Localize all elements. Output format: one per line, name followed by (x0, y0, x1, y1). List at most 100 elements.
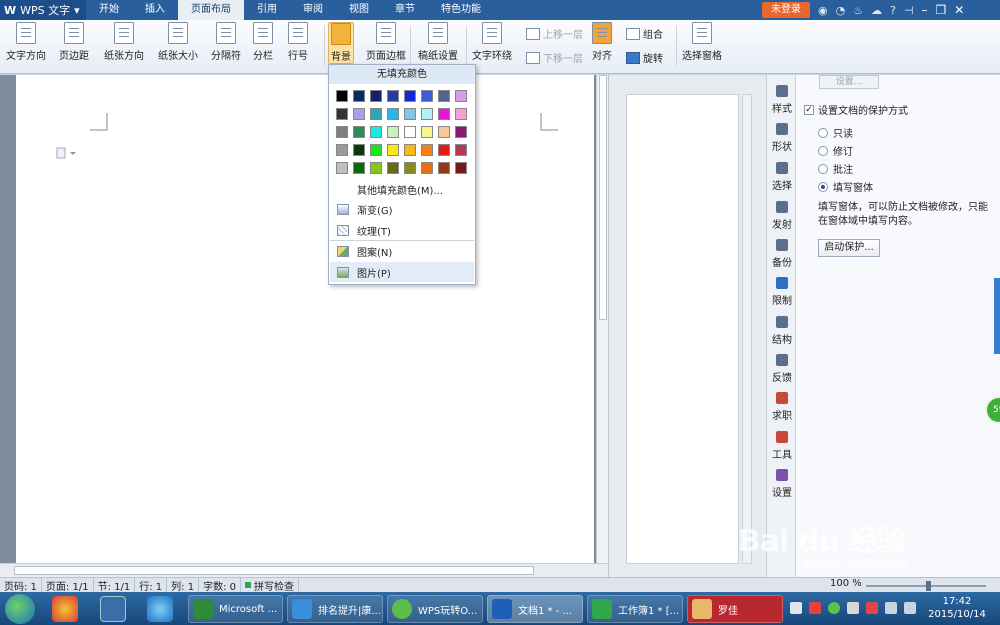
color-swatch[interactable] (404, 90, 416, 102)
side-tab-select[interactable]: 选择 (767, 162, 797, 192)
side-tab-restrict[interactable]: 限制 (767, 277, 797, 307)
color-swatch[interactable] (370, 144, 382, 156)
start-protection-button[interactable]: 启动保护... (818, 239, 880, 257)
radio-read-only[interactable]: 只读 (818, 125, 853, 140)
tray-network-icon[interactable] (885, 602, 897, 614)
pin-icon[interactable]: ⊣ (904, 4, 914, 17)
color-swatch[interactable] (353, 90, 365, 102)
tray-volume-icon[interactable] (904, 602, 916, 614)
taskbar-item-ie[interactable]: 排名提升|康... (287, 595, 383, 623)
color-swatch[interactable] (336, 90, 348, 102)
taskbar-item-wps-browser[interactable]: WPS玩转O... (387, 595, 483, 623)
texture-option[interactable]: 纹理(T) (330, 220, 474, 240)
group-button[interactable]: 组合 (626, 26, 663, 41)
spell-check-toggle[interactable]: 拼写检查 (241, 577, 299, 593)
send-backward-button[interactable]: 下移一层 (526, 50, 583, 65)
color-swatch[interactable] (455, 162, 467, 174)
selection-pane-button[interactable]: 选择窗格 (682, 22, 722, 62)
tab-view[interactable]: 视图 (336, 0, 382, 20)
color-swatch[interactable] (336, 144, 348, 156)
app-menu-button[interactable]: W WPS 文字 ▾ (0, 0, 86, 20)
tab-chapter[interactable]: 章节 (382, 0, 428, 20)
radio-icon[interactable] (818, 145, 828, 156)
more-colors-option[interactable]: 其他填充颜色(M)... (330, 179, 474, 199)
zoom-slider-handle[interactable] (926, 581, 931, 591)
color-swatch[interactable] (421, 108, 433, 120)
color-swatch[interactable] (438, 162, 450, 174)
color-swatch[interactable] (421, 162, 433, 174)
color-swatch[interactable] (404, 162, 416, 174)
system-clock[interactable]: 17:42 2015/10/14 (926, 595, 988, 621)
feedback-icon[interactable]: ◔ (836, 4, 846, 17)
settings-button[interactable]: 设置... (819, 75, 879, 89)
side-tab-structure[interactable]: 结构 (767, 316, 797, 346)
checkbox-check-icon[interactable]: ✓ (804, 104, 814, 115)
side-tab-style[interactable]: 样式 (767, 85, 797, 115)
color-swatch[interactable] (404, 144, 416, 156)
tray-add-icon[interactable] (828, 602, 840, 614)
taskbar-item-excel[interactable]: Microsoft ... (188, 595, 283, 623)
separator-button[interactable]: 分隔符 (211, 22, 241, 62)
side-tab-backup[interactable]: 备份 (767, 239, 797, 269)
tab-home[interactable]: 开始 (86, 0, 132, 20)
side-tab-shape[interactable]: 形状 (767, 123, 797, 153)
color-swatch[interactable] (370, 108, 382, 120)
color-swatch[interactable] (387, 90, 399, 102)
tab-review[interactable]: 审阅 (290, 0, 336, 20)
text-wrap-button[interactable]: 文字环绕 (472, 22, 512, 62)
color-swatch[interactable] (438, 144, 450, 156)
radio-fill-forms[interactable]: 填写窗体 (818, 179, 873, 194)
text-direction-button[interactable]: 文字方向 (6, 22, 46, 62)
radio-selected-icon[interactable] (818, 181, 828, 192)
protect-checkbox[interactable]: ✓ 设置文档的保护方式 (804, 102, 908, 117)
rotate-button[interactable]: 旋转 (626, 50, 663, 65)
color-swatch[interactable] (455, 126, 467, 138)
tab-features[interactable]: 特色功能 (428, 0, 494, 20)
color-swatch[interactable] (455, 90, 467, 102)
document-vertical-scrollbar[interactable] (596, 75, 608, 563)
tray-chat-icon[interactable] (866, 602, 878, 614)
minimize-icon[interactable]: – (922, 3, 928, 17)
side-tab-jobs[interactable]: 求职 (767, 392, 797, 422)
page-border-button[interactable]: 页面边框 (366, 22, 406, 62)
side-tab-settings[interactable]: 设置 (767, 469, 797, 499)
color-swatch[interactable] (455, 144, 467, 156)
color-swatch[interactable] (370, 162, 382, 174)
color-swatch[interactable] (370, 90, 382, 102)
start-button[interactable] (5, 594, 35, 624)
columns-button[interactable]: 分栏 (253, 22, 273, 62)
taskbar-item-wps-writer[interactable]: 文档1 * - ... (487, 595, 583, 623)
color-swatch[interactable] (438, 126, 450, 138)
radio-comments[interactable]: 批注 (818, 161, 853, 176)
side-tab-tools[interactable]: 工具 (767, 431, 797, 461)
color-swatch[interactable] (387, 162, 399, 174)
scroll-thumb[interactable] (599, 75, 607, 320)
side-tab-feedback[interactable]: 反馈 (767, 354, 797, 384)
zoom-level[interactable]: 100 % (830, 578, 862, 589)
color-swatch[interactable] (353, 108, 365, 120)
help-icon[interactable]: ? (890, 4, 896, 17)
color-swatch[interactable] (353, 126, 365, 138)
background-button[interactable]: 背景 (328, 22, 354, 64)
paper-size-button[interactable]: 纸张大小 (158, 22, 198, 62)
color-swatch[interactable] (353, 162, 365, 174)
gradient-option[interactable]: 渐变(G) (330, 199, 474, 219)
tab-references[interactable]: 引用 (244, 0, 290, 20)
document-page[interactable] (16, 75, 594, 563)
color-swatch[interactable] (353, 144, 365, 156)
taskbar-item-chat[interactable]: 罗佳 (687, 595, 783, 623)
color-swatch[interactable] (387, 144, 399, 156)
color-swatch[interactable] (421, 144, 433, 156)
paste-options-icon[interactable] (56, 147, 78, 159)
side-tab-send[interactable]: 发射 (767, 201, 797, 231)
app-quicklaunch-icon[interactable] (52, 596, 78, 622)
color-swatch[interactable] (438, 90, 450, 102)
color-swatch[interactable] (404, 126, 416, 138)
pane-scrollbar[interactable] (742, 94, 752, 564)
line-number-button[interactable]: 行号 (288, 22, 308, 62)
picture-option[interactable]: 图片(P) (330, 262, 474, 282)
taskbar-item-wps-sheet[interactable]: 工作簿1 * [... (587, 595, 683, 623)
color-swatch[interactable] (387, 126, 399, 138)
align-button[interactable]: 对齐 (592, 22, 612, 62)
bring-forward-button[interactable]: 上移一层 (526, 26, 583, 41)
